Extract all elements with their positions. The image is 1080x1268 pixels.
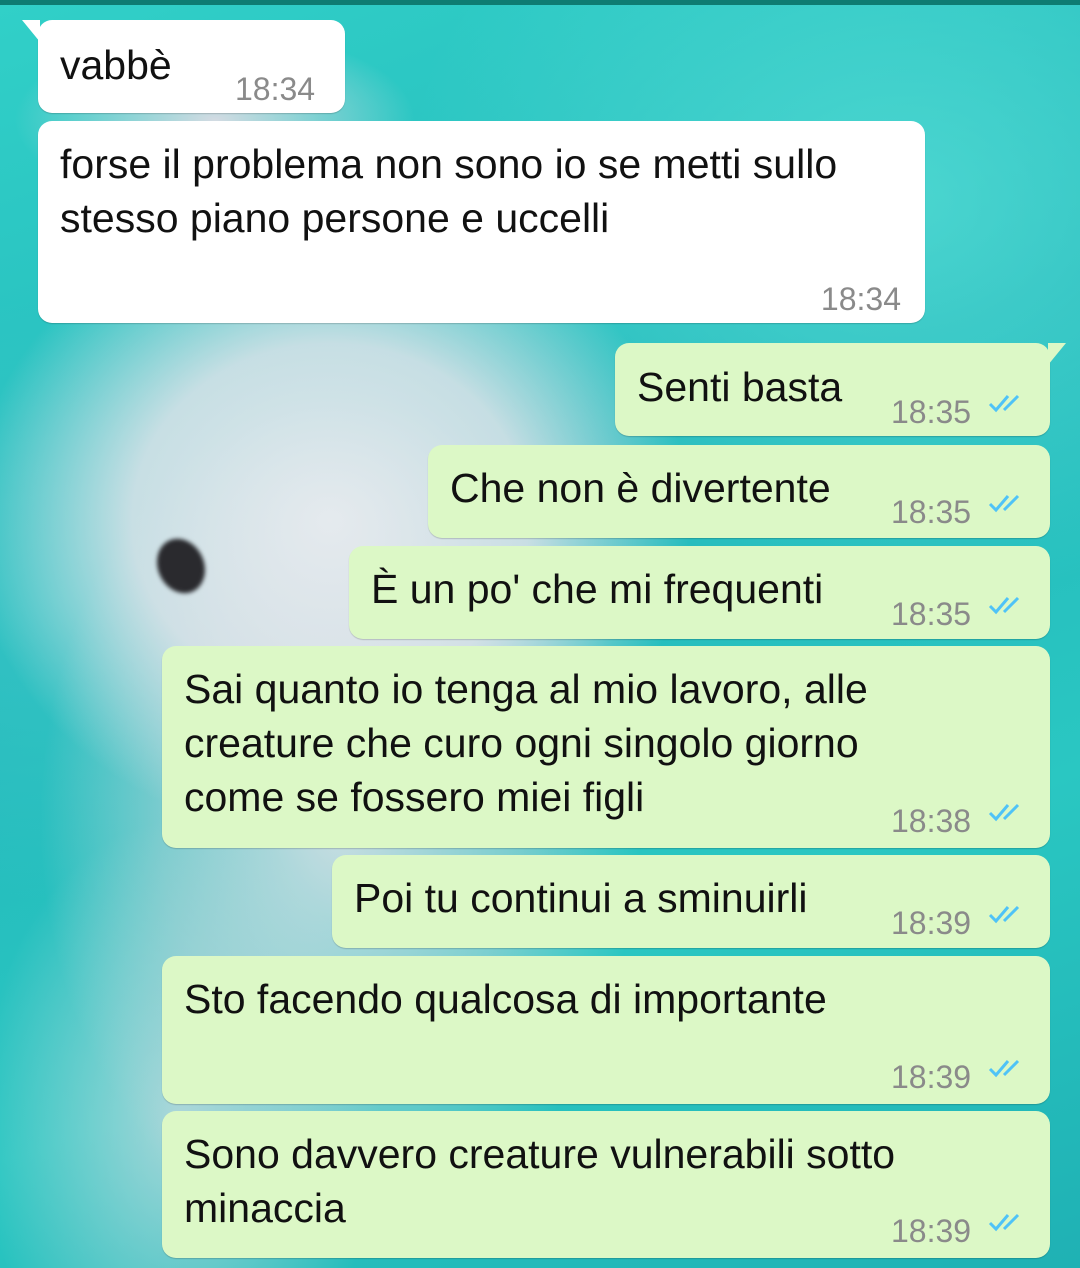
message-time: 18:39: [891, 1213, 972, 1249]
message-bubble-outgoing[interactable]: Che non è divertente 18:35: [428, 445, 1050, 538]
message-time: 18:35: [891, 494, 972, 530]
message-bubble-outgoing[interactable]: Sono davvero creature vulnerabili sotto …: [162, 1111, 1050, 1258]
message-text: Che non è divertente: [450, 465, 831, 511]
message-time: 18:34: [235, 71, 316, 107]
message-time: 18:35: [891, 394, 972, 430]
read-receipt-icon: [988, 1059, 1020, 1078]
message-text: vabbè: [60, 42, 172, 88]
read-receipt-icon: [988, 494, 1020, 513]
read-receipt-icon: [988, 905, 1020, 924]
message-time: 18:38: [891, 803, 972, 839]
message-bubble-incoming[interactable]: vabbè 18:34: [22, 20, 345, 113]
message-text: Sai quanto io tenga al mio lavoro, alle …: [184, 666, 880, 820]
read-receipt-icon: [988, 1213, 1020, 1232]
message-text: Sono davvero creature vulnerabili sotto …: [184, 1131, 907, 1231]
message-time: 18:34: [820, 281, 901, 317]
message-text: Sto facendo qualcosa di importante: [184, 976, 827, 1022]
read-receipt-icon: [988, 803, 1020, 822]
message-time: 18:35: [891, 596, 972, 632]
message-text: Poi tu continui a sminuirli: [354, 875, 808, 921]
top-bar-edge: [0, 0, 1080, 5]
message-text: Senti basta: [637, 364, 843, 410]
message-bubble-outgoing[interactable]: Sai quanto io tenga al mio lavoro, alle …: [162, 646, 1050, 848]
message-bubble-incoming[interactable]: forse il problema non sono io se metti s…: [38, 121, 925, 323]
message-bubble-outgoing[interactable]: Poi tu continui a sminuirli 18:39: [332, 855, 1050, 948]
message-text: forse il problema non sono io se metti s…: [60, 141, 849, 241]
message-bubble-outgoing[interactable]: È un po' che mi frequenti 18:35: [349, 546, 1050, 639]
message-text: È un po' che mi frequenti: [371, 566, 824, 612]
read-receipt-icon: [988, 394, 1020, 413]
read-receipt-icon: [988, 596, 1020, 615]
message-bubble-outgoing[interactable]: Senti basta 18:35: [615, 343, 1066, 436]
message-time: 18:39: [891, 1059, 972, 1095]
message-bubble-outgoing[interactable]: Sto facendo qualcosa di importante 18:39: [162, 956, 1050, 1104]
message-time: 18:39: [891, 905, 972, 941]
